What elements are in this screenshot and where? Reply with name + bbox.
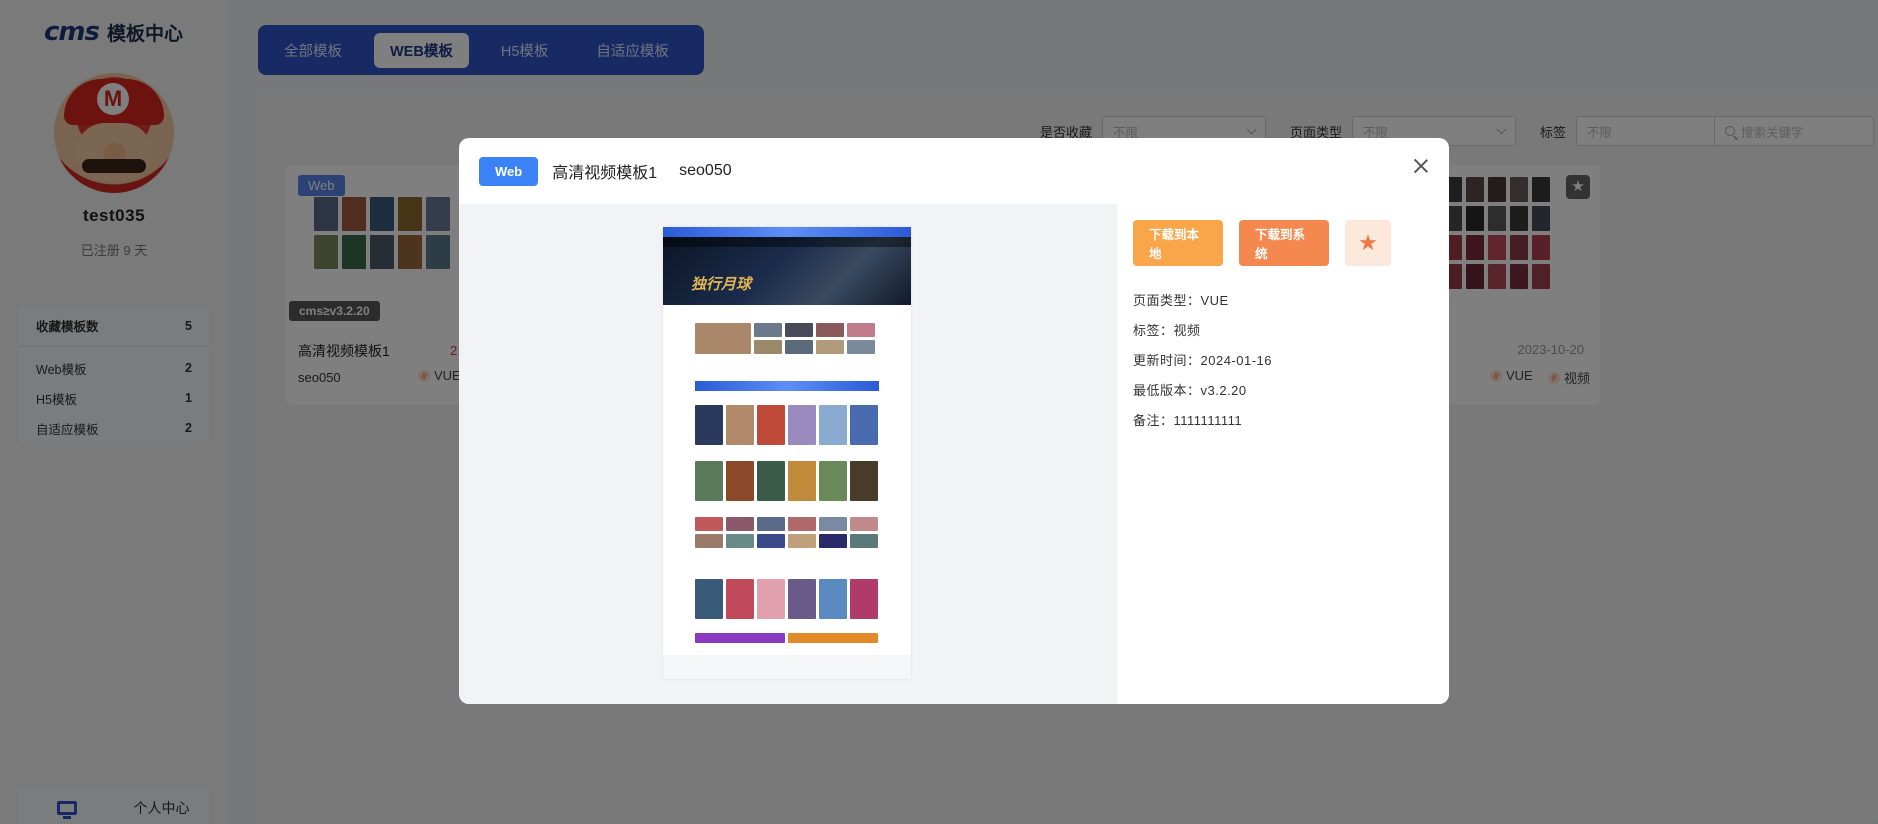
info-updated: 更新时间：2024-01-16 (1133, 353, 1272, 368)
info-note: 备注：1111111111 (1133, 413, 1243, 428)
info-min-version: 最低版本：v3.2.20 (1133, 383, 1247, 398)
preview-section (695, 517, 879, 548)
action-buttons: 下载到本地 下载到系统 ★ (1133, 220, 1391, 266)
favorite-button[interactable]: ★ (1345, 220, 1391, 266)
download-system-button[interactable]: 下载到系统 (1239, 220, 1329, 266)
close-icon[interactable] (1411, 156, 1431, 176)
preview-hero: 独行月球 (663, 237, 911, 305)
preview-ad-banner (695, 381, 879, 391)
template-info-list: 页面类型：VUE 标签：视频 更新时间：2024-01-16 最低版本：v3.2… (1133, 286, 1272, 436)
modal-code: seo050 (679, 162, 732, 179)
modal-title: 高清视频模板1 (552, 165, 658, 182)
info-page-type: 页面类型：VUE (1133, 293, 1229, 308)
download-local-button[interactable]: 下载到本地 (1133, 220, 1223, 266)
modal-web-tag: Web (479, 156, 539, 186)
star-icon: ★ (1358, 230, 1378, 255)
template-preview-image[interactable]: 独行月球 (663, 227, 911, 679)
preview-section (695, 579, 879, 619)
template-detail-modal: Web 高清视频模板1 seo050 独行月球 下载到本地 下载到系统 ★ 页面… (459, 138, 1449, 704)
preview-section (695, 633, 879, 643)
info-pane: 下载到本地 下载到系统 ★ 页面类型：VUE 标签：视频 更新时间：2024-0… (1117, 204, 1449, 704)
modal-header: Web 高清视频模板1 seo050 (459, 138, 1449, 204)
preview-section (695, 323, 879, 354)
preview-pane: 独行月球 (459, 204, 1117, 704)
preview-section (695, 405, 879, 445)
preview-section (695, 461, 879, 501)
preview-hero-title: 独行月球 (691, 276, 752, 293)
info-tag: 标签：视频 (1133, 323, 1201, 338)
preview-ad-banner (663, 227, 911, 237)
preview-footer (663, 655, 911, 679)
preview-nav (663, 237, 911, 247)
